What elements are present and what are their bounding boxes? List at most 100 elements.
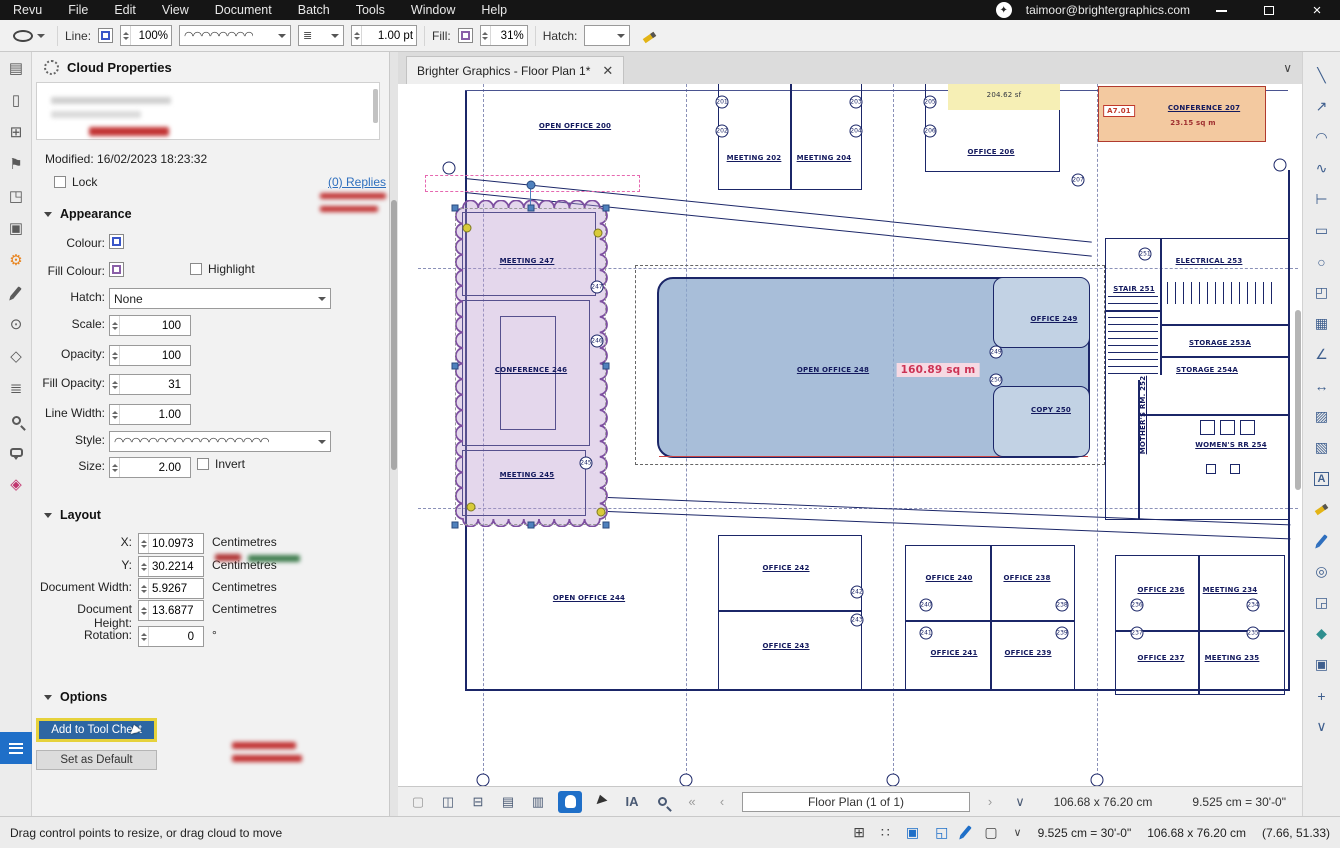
- previous-document-icon[interactable]: ▤: [498, 794, 518, 810]
- markups-list-icon[interactable]: [0, 732, 32, 764]
- highlight-checkbox[interactable]: [190, 263, 202, 275]
- fill-colour-swatch[interactable]: [109, 262, 124, 277]
- lock-checkbox[interactable]: [54, 176, 66, 188]
- page-indicator[interactable]: Floor Plan (1 of 1): [742, 792, 970, 812]
- panel-scrollbar[interactable]: [390, 52, 398, 816]
- select-tool-icon[interactable]: [592, 794, 612, 809]
- text-select-tool-icon[interactable]: IA: [622, 794, 642, 809]
- line-color-swatch[interactable]: [98, 28, 113, 43]
- style-select[interactable]: ◠◠◠◠◠◠◠◠◠◠◠◠◠◠◠◠◠◠: [109, 431, 331, 452]
- resize-handle[interactable]: [452, 363, 459, 370]
- sketch-tool-icon[interactable]: ∿: [1303, 153, 1340, 184]
- display-mode-chevron-icon[interactable]: ∨: [1014, 826, 1022, 839]
- crosshair-tool-icon[interactable]: +: [1303, 680, 1340, 711]
- document-width-stepper[interactable]: [138, 578, 204, 599]
- scale-input[interactable]: [120, 320, 184, 332]
- fill-opacity-input[interactable]: [491, 30, 527, 42]
- menu-help[interactable]: Help: [468, 0, 520, 20]
- invert-checkbox[interactable]: [197, 458, 209, 470]
- line-tool-icon[interactable]: ╲: [1303, 60, 1340, 91]
- maximize-button[interactable]: [1252, 3, 1286, 17]
- next-document-icon[interactable]: ▥: [528, 794, 548, 810]
- markup-mode-icon[interactable]: [964, 825, 968, 841]
- grid-icon[interactable]: ⊞: [853, 824, 865, 841]
- menu-document[interactable]: Document: [202, 0, 285, 20]
- resize-handle[interactable]: [603, 205, 610, 212]
- thumbnails-icon[interactable]: ⊞: [0, 116, 32, 148]
- callout-tool-icon[interactable]: ◲: [1303, 587, 1340, 618]
- control-point[interactable]: [463, 224, 472, 233]
- menu-file[interactable]: File: [55, 0, 101, 20]
- control-point[interactable]: [594, 229, 603, 238]
- tools-chevron-icon[interactable]: ∨: [1303, 711, 1340, 742]
- rotation-stepper[interactable]: [138, 626, 204, 647]
- line-width-stepper[interactable]: [351, 25, 417, 46]
- document-tab[interactable]: Brighter Graphics - Floor Plan 1* ✕: [406, 56, 624, 84]
- arc-tool-icon[interactable]: ◠: [1303, 122, 1340, 153]
- options-section-header[interactable]: Options: [44, 690, 107, 704]
- resize-handle[interactable]: [528, 522, 535, 529]
- fill-opacity-stepper[interactable]: [109, 374, 191, 395]
- compare-mode-icon[interactable]: ◱: [935, 824, 948, 841]
- line-width-stepper[interactable]: [109, 404, 191, 425]
- opacity-stepper[interactable]: [109, 345, 191, 366]
- control-point[interactable]: [467, 503, 476, 512]
- document-height-input[interactable]: [149, 605, 197, 617]
- measure-tool-icon[interactable]: ⊢: [1303, 184, 1340, 215]
- document-width-input[interactable]: [149, 583, 197, 595]
- next-page-icon[interactable]: ›: [980, 794, 1000, 809]
- angle-tool-icon[interactable]: ∠: [1303, 339, 1340, 370]
- eyedropper-tool-icon[interactable]: ◆: [1303, 618, 1340, 649]
- colour-swatch[interactable]: [109, 234, 124, 249]
- volume-tool-icon[interactable]: ▧: [1303, 432, 1340, 463]
- snap-icon[interactable]: ∷: [881, 824, 890, 841]
- opacity-input[interactable]: [120, 350, 184, 362]
- appearance-section-header[interactable]: Appearance: [44, 207, 132, 221]
- line-pattern-dropdown[interactable]: ≣: [298, 25, 344, 46]
- stamp-tool-icon[interactable]: ◎: [1303, 556, 1340, 587]
- menu-revu[interactable]: Revu: [0, 0, 55, 20]
- cloud-tool-button[interactable]: [8, 27, 50, 45]
- file-access-icon[interactable]: ▤: [0, 52, 32, 84]
- page-mode-icon[interactable]: ▣: [906, 824, 919, 841]
- snapshot-icon[interactable]: ◳: [0, 180, 32, 212]
- single-page-view-icon[interactable]: ▢: [408, 794, 428, 810]
- hatch-dropdown[interactable]: [584, 25, 630, 46]
- pan-tool-button[interactable]: [558, 791, 582, 813]
- y-input[interactable]: [149, 561, 197, 573]
- ellipse-tool-icon[interactable]: ○: [1303, 246, 1340, 277]
- close-button[interactable]: ×: [1300, 2, 1334, 19]
- page-menu-chevron-icon[interactable]: ∨: [1010, 794, 1030, 810]
- menu-batch[interactable]: Batch: [285, 0, 343, 20]
- line-style-dropdown[interactable]: ◠◠◠◠◠◠◠◠: [179, 25, 291, 46]
- layout-section-header[interactable]: Layout: [44, 508, 101, 522]
- minimize-button[interactable]: [1204, 3, 1238, 17]
- control-point[interactable]: [597, 508, 606, 517]
- resize-handle[interactable]: [452, 522, 459, 529]
- line-opacity-input[interactable]: [131, 30, 171, 42]
- rotation-input[interactable]: [149, 631, 197, 643]
- zoom-tool-icon[interactable]: [652, 794, 672, 809]
- document-height-stepper[interactable]: [138, 600, 204, 621]
- area-tool-icon[interactable]: ▨: [1303, 401, 1340, 432]
- preview-scrollbar[interactable]: [373, 89, 378, 123]
- replies-link[interactable]: (0) Replies: [328, 175, 386, 189]
- resize-handle[interactable]: [603, 522, 610, 529]
- menu-edit[interactable]: Edit: [101, 0, 149, 20]
- tab-list-chevron-icon[interactable]: ∨: [1283, 61, 1292, 75]
- resize-handle[interactable]: [452, 205, 459, 212]
- menu-view[interactable]: View: [149, 0, 202, 20]
- arrow-tool-icon[interactable]: ↗: [1303, 91, 1340, 122]
- first-page-icon[interactable]: «: [682, 794, 702, 809]
- size-stepper[interactable]: [109, 457, 191, 478]
- resize-handle[interactable]: [603, 363, 610, 370]
- menu-window[interactable]: Window: [398, 0, 468, 20]
- fill-opacity-input[interactable]: [120, 379, 184, 391]
- image-tool-icon[interactable]: ▣: [1303, 649, 1340, 680]
- fill-color-swatch[interactable]: [458, 28, 473, 43]
- table-tool-icon[interactable]: ▦: [1303, 308, 1340, 339]
- document-scrollbar[interactable]: [1295, 310, 1301, 490]
- x-stepper[interactable]: [138, 533, 204, 554]
- rotation-handle[interactable]: [527, 181, 536, 190]
- resize-handle[interactable]: [528, 205, 535, 212]
